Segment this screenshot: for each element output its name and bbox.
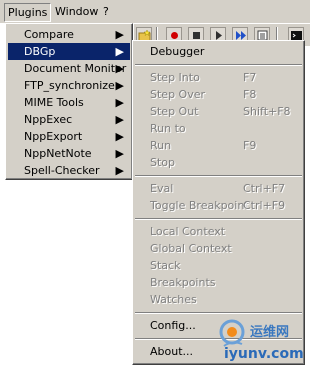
menu-item-label: Document Monitor [24, 62, 127, 75]
menu-item-label: DBGp [24, 45, 56, 58]
dbgp-item-debugger[interactable]: Debugger [135, 43, 302, 60]
menu-item-label: Watches [150, 293, 197, 306]
menu-item-label: About... [150, 345, 194, 358]
menu-separator [135, 175, 302, 177]
submenu-arrow-icon: ▶ [115, 164, 124, 177]
menu-item-shortcut: F7 [243, 71, 257, 84]
menu-item-shortcut: Ctrl+F7 [243, 182, 286, 195]
menu-item-label: Local Context [150, 225, 226, 238]
submenu-arrow-icon: ▶ [115, 147, 124, 160]
menu-item-label: NppExec [24, 113, 73, 126]
plugins-item-nppexec[interactable]: NppExec ▶ [8, 111, 130, 128]
dbgp-item-global-context[interactable]: Global Context [135, 240, 302, 257]
submenu-arrow-icon: ▶ [115, 62, 124, 75]
dbgp-item-toggle-breakpoint[interactable]: Toggle Breakpoint Ctrl+F9 [135, 197, 302, 214]
menu-item-label: Toggle Breakpoint [150, 199, 249, 212]
menu-item-label: Run [150, 139, 172, 152]
submenu-arrow-icon: ▶ [115, 79, 124, 92]
menu-item-label: Breakpoints [150, 276, 216, 289]
dbgp-item-step-out[interactable]: Step Out Shift+F8 [135, 103, 302, 120]
menu-item-label: Stop [150, 156, 176, 169]
plugins-menu: Compare ▶ DBGp ▶ Document Monitor ▶ FTP_… [5, 23, 133, 180]
dbgp-item-breakpoints[interactable]: Breakpoints [135, 274, 302, 291]
submenu-arrow-icon: ▶ [115, 113, 124, 126]
dbgp-item-stop[interactable]: Stop [135, 154, 302, 171]
menu-separator [135, 218, 302, 220]
menu-window[interactable]: Window [52, 3, 101, 22]
dbgp-item-step-into[interactable]: Step Into F7 [135, 69, 302, 86]
plugins-item-document-monitor[interactable]: Document Monitor ▶ [8, 60, 130, 77]
submenu-arrow-icon: ▶ [115, 96, 124, 109]
submenu-arrow-icon: ▶ [115, 45, 124, 58]
watermark-url-text: iyunv.com [224, 346, 304, 362]
menu-separator [135, 64, 302, 66]
menu-item-label: Eval [150, 182, 174, 195]
menu-item-shortcut: F8 [243, 88, 257, 101]
menu-item-label: NppNetNote [24, 147, 92, 160]
dbgp-item-run-to[interactable]: Run to [135, 120, 302, 137]
plugins-item-compare[interactable]: Compare ▶ [8, 26, 130, 43]
dbgp-item-stack[interactable]: Stack [135, 257, 302, 274]
menu-item-shortcut: Ctrl+F9 [243, 199, 286, 212]
plugins-item-dbgp[interactable]: DBGp ▶ [8, 43, 130, 60]
menu-item-label: Step Over [150, 88, 205, 101]
submenu-arrow-icon: ▶ [115, 28, 124, 41]
menu-item-label: Run to [150, 122, 186, 135]
plugins-item-ftp-synchronize[interactable]: FTP_synchronize ▶ [8, 77, 130, 94]
dbgp-item-run[interactable]: Run F9 [135, 137, 302, 154]
menu-separator [135, 312, 302, 314]
menubar: Plugins Window ? [0, 0, 310, 24]
dbgp-item-local-context[interactable]: Local Context [135, 223, 302, 240]
menu-item-label: Compare [24, 28, 74, 41]
menu-item-label: Stack [150, 259, 181, 272]
plugins-item-nppexport[interactable]: NppExport ▶ [8, 128, 130, 145]
menu-plugins[interactable]: Plugins [4, 3, 52, 22]
menu-item-label: Global Context [150, 242, 232, 255]
menu-item-label: Step Out [150, 105, 199, 118]
menu-item-shortcut: Shift+F8 [243, 105, 291, 118]
watermark-cn-text: 运维网 [250, 324, 289, 340]
menu-item-label: MIME Tools [24, 96, 84, 109]
dbgp-item-eval[interactable]: Eval Ctrl+F7 [135, 180, 302, 197]
menu-item-label: FTP_synchronize [24, 79, 115, 92]
menu-item-label: Step Into [150, 71, 200, 84]
plugins-item-nppnetnote[interactable]: NppNetNote ▶ [8, 145, 130, 162]
dbgp-item-watches[interactable]: Watches [135, 291, 302, 308]
menu-help[interactable]: ? [100, 3, 112, 22]
watermark-logo: 运维网 iyunv.com [218, 316, 310, 364]
plugins-item-mime-tools[interactable]: MIME Tools ▶ [8, 94, 130, 111]
menu-item-shortcut: F9 [243, 139, 257, 152]
submenu-arrow-icon: ▶ [115, 130, 124, 143]
menu-item-label: Config... [150, 319, 196, 332]
dbgp-item-step-over[interactable]: Step Over F8 [135, 86, 302, 103]
plugins-item-spell-checker[interactable]: Spell-Checker ▶ [8, 162, 130, 179]
menu-item-label: Debugger [150, 45, 205, 58]
menu-item-label: Spell-Checker [24, 164, 100, 177]
menu-item-label: NppExport [24, 130, 83, 143]
